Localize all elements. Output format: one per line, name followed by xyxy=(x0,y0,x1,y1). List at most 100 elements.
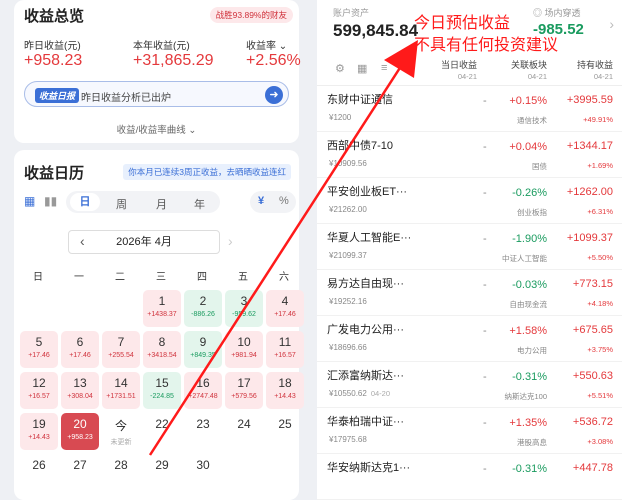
day-number: 14 xyxy=(114,376,128,390)
day-number: 4 xyxy=(281,294,289,308)
fund-row[interactable]: 平安创业板ET··· ¥21262.00 - -0.26% 创业板指 +1262.00 +6… xyxy=(317,178,622,224)
tab-month[interactable]: 月 xyxy=(156,196,167,212)
calendar-day[interactable]: 25 xyxy=(266,413,304,450)
calendar-card: 收益日历 你本月已连续3周正收益，去晒晒收益连红 ▦ ▮▮ 日 周 月 年 ¥ … xyxy=(14,150,304,500)
day-number: 25 xyxy=(278,417,292,431)
calendar-day[interactable]: 18 +14.43 xyxy=(266,372,304,409)
penetration-label[interactable]: ◎ 场内穿透 xyxy=(533,6,581,19)
calendar-day[interactable]: 13 +308.04 xyxy=(61,372,99,409)
fund-row[interactable]: 华夏人工智能E··· ¥21099.37 - -1.90% 中证人工智能 +1099.37… xyxy=(317,224,622,270)
fund-row[interactable]: 汇添富纳斯达··· ¥10550.62 04-20 - -0.31% 纳斯达克100 +55… xyxy=(317,362,622,408)
left-panel: 收益总览 战胜93.89%的财友 昨日收益(元) +958.23 本年收益(元)… xyxy=(0,0,311,500)
calendar-day[interactable]: 22 xyxy=(143,413,181,450)
calendar-day[interactable]: 29 xyxy=(143,454,181,491)
header-today-gain[interactable]: 当日收益 04-21 xyxy=(427,60,477,82)
daily-report-bar[interactable]: 收益日报 昨日收益分析已出炉 ➜ xyxy=(24,81,289,107)
tab-day[interactable]: 日 xyxy=(70,193,100,211)
rate-label[interactable]: 收益率 ⌄ xyxy=(246,37,287,52)
fund-name: 汇添富纳斯达··· xyxy=(327,370,404,382)
fund-amount-wrap: ¥10550.62 04-20 xyxy=(329,389,390,398)
day-number: 3 xyxy=(240,294,248,308)
day-number: 27 xyxy=(73,458,87,472)
calendar-day[interactable]: 20 +958.23 xyxy=(61,413,99,450)
next-month-icon[interactable]: › xyxy=(228,233,233,249)
settings-icon[interactable]: ⚙ xyxy=(335,62,345,75)
chevron-right-icon[interactable]: › xyxy=(609,16,614,32)
day-gain: -886.26 xyxy=(191,311,215,318)
list-icon[interactable]: ≡ xyxy=(381,62,387,74)
fund-row[interactable]: 西部中债7-10 ¥10909.56 - +0.04% 国债 +1344.17 +1.69% xyxy=(317,132,622,178)
header-holding-gain[interactable]: 持有收益 04-21 xyxy=(557,60,613,82)
day-number: 11 xyxy=(278,335,292,349)
bar-chart-icon[interactable]: ▮▮ xyxy=(44,194,57,208)
calendar-day[interactable]: 2 -886.26 xyxy=(184,290,222,327)
day-number: 5 xyxy=(35,335,43,349)
yesterday-label: 昨日收益(元) xyxy=(24,41,81,52)
calendar-day[interactable]: 7 +255.54 xyxy=(102,331,140,368)
fund-row[interactable]: 广发电力公用··· ¥18696.66 - +1.58% 电力公用 +675.65 +3.7… xyxy=(317,316,622,362)
fund-row[interactable]: 华泰柏瑞中证··· ¥17975.68 - +1.35% 港股高息 +536.72 +3.0… xyxy=(317,408,622,454)
calendar-day[interactable]: 今未更新 xyxy=(102,413,140,450)
promo-banner[interactable]: 你本月已连续3周正收益，去晒晒收益连红 xyxy=(123,164,291,180)
holding-rate: +3.75% xyxy=(587,345,613,354)
calendar-day[interactable]: 24 xyxy=(225,413,263,450)
header-sector[interactable]: 关联板块 04-21 xyxy=(493,60,547,82)
today-gain-placeholder: - xyxy=(483,417,487,429)
assets-label: 账户资产 xyxy=(333,8,370,18)
year-label: 本年收益(元) xyxy=(133,41,190,52)
annotation-line-1: 今日预估收益 xyxy=(414,15,511,32)
calendar-day[interactable]: 28 xyxy=(102,454,140,491)
percent-option[interactable]: % xyxy=(279,195,289,207)
calendar-day[interactable]: 9 +849.35 xyxy=(184,331,222,368)
sector-change: +0.04% xyxy=(509,141,547,153)
tab-year[interactable]: 年 xyxy=(194,196,205,212)
yen-option[interactable]: ¥ xyxy=(258,195,264,207)
calendar-day[interactable]: 12 +16.57 xyxy=(20,372,58,409)
arrow-right-icon[interactable]: ➜ xyxy=(265,86,283,104)
tab-week[interactable]: 周 xyxy=(116,196,127,212)
calendar-day[interactable]: 27 xyxy=(61,454,99,491)
curve-link[interactable]: 收益/收益率曲线 ⌄ xyxy=(14,122,299,136)
unit-toggle[interactable]: ¥ % xyxy=(250,191,296,213)
day-gain: +3418.54 xyxy=(147,352,177,359)
calendar-day[interactable]: 14 +1731.51 xyxy=(102,372,140,409)
fund-name: 华安纳斯达克1··· xyxy=(327,462,411,474)
day-number: 10 xyxy=(237,335,251,349)
beat-badge[interactable]: 战胜93.89%的财友 xyxy=(209,7,293,23)
daily-report-text: 昨日收益分析已出炉 xyxy=(81,93,171,104)
calendar-day[interactable]: 11 +16.57 xyxy=(266,331,304,368)
weekday-label: 四 xyxy=(197,272,207,283)
calendar-day[interactable]: 1 +1438.37 xyxy=(143,290,181,327)
fund-row[interactable]: 易方达自由现··· ¥19252.16 - -0.03% 自由现金流 +773.15 +4.… xyxy=(317,270,622,316)
day-number: 今 xyxy=(114,419,127,433)
fund-amount: ¥19252.16 xyxy=(329,297,367,306)
calendar-day[interactable]: 6 +17.46 xyxy=(61,331,99,368)
calendar-day[interactable]: 19 +14.43 xyxy=(20,413,58,450)
calendar-day[interactable]: 15 -224.85 xyxy=(143,372,181,409)
grid-icon[interactable]: ▦ xyxy=(357,62,367,75)
today-gain-placeholder: - xyxy=(483,95,487,107)
calendar-day[interactable]: 5 +17.46 xyxy=(20,331,58,368)
weekday-label: 二 xyxy=(115,272,125,283)
calendar-day[interactable]: 16 +2747.48 xyxy=(184,372,222,409)
day-number: 19 xyxy=(32,417,46,431)
fund-amount-wrap: ¥21262.00 xyxy=(329,205,367,214)
year-value: +31,865.29 xyxy=(133,52,214,69)
calendar-day[interactable]: 4 +17.46 xyxy=(266,290,304,327)
calendar-day[interactable]: 10 +981.94 xyxy=(225,331,263,368)
calendar-icon[interactable]: ▦ xyxy=(24,194,35,208)
calendar-day[interactable]: 3 -959.62 xyxy=(225,290,263,327)
calendar-title: 收益日历 xyxy=(24,165,85,182)
holding-gain: +1262.00 xyxy=(566,186,613,198)
calendar-day[interactable]: 30 xyxy=(184,454,222,491)
fund-row[interactable]: 华安纳斯达克1··· - -0.31% +447.78 xyxy=(317,454,622,500)
fund-row[interactable]: 东财中证通信 ¥1200 - +0.15% 通信技术 +3995.59 +49.91% xyxy=(317,86,622,132)
calendar-day[interactable]: 23 xyxy=(184,413,222,450)
calendar-day[interactable]: 26 xyxy=(20,454,58,491)
fund-amount: ¥1200 xyxy=(329,113,352,122)
fund-amount-wrap: ¥21099.37 xyxy=(329,251,367,260)
calendar-day[interactable]: 8 +3418.54 xyxy=(143,331,181,368)
calendar-day[interactable]: 17 +579.56 xyxy=(225,372,263,409)
month-selector[interactable]: 2026年 4月 xyxy=(68,230,220,254)
day-gain: +849.35 xyxy=(190,352,216,359)
